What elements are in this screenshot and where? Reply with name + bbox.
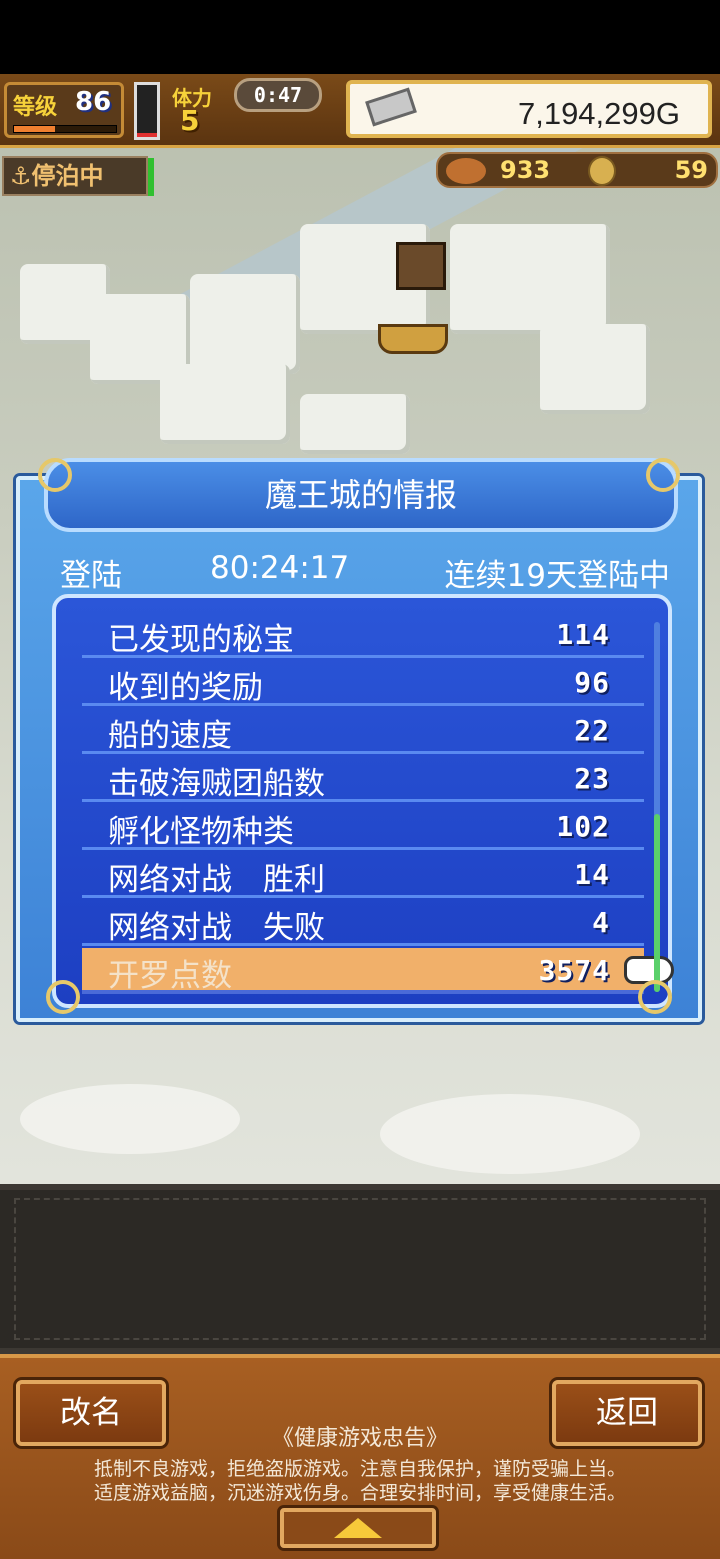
snow-tile <box>450 224 610 334</box>
ship-icon[interactable] <box>378 324 448 354</box>
row-value: 4 <box>592 906 610 939</box>
login-time: 80:24:17 <box>210 550 350 586</box>
snow-tile <box>160 364 290 444</box>
snow-tile <box>300 394 410 454</box>
cloud <box>20 1084 240 1154</box>
stats-list[interactable]: 已发现的秘宝 114 收到的奖励 96 船的速度 22 击破海贼团船数 23 孵… <box>52 594 674 1008</box>
top-hud: 等级 86 体力 5 0:47 7,194,299G <box>0 74 720 148</box>
advice-title: 《健康游戏忠告》 <box>271 1426 448 1451</box>
row-value: 23 <box>574 762 610 795</box>
row-value: 22 <box>574 714 610 747</box>
corner-ornament <box>638 980 672 1014</box>
stamina-value: 5 <box>180 104 200 137</box>
bottom-panel: 改名 返回 《健康游戏忠告》 抵制不良游戏，拒绝盗版游戏。注意自我保护，谨防受骗… <box>0 1354 720 1559</box>
scrollbar-thumb[interactable] <box>654 814 660 992</box>
gold-value: 7,194,299G <box>517 96 680 131</box>
login-label: 登陆 <box>60 558 122 594</box>
list-item[interactable]: 网络对战 失败 4 <box>82 900 644 946</box>
info-dialog: 魔王城的情报 登陆 80:24:17 连续19天登陆中 已发现的秘宝 114 收… <box>16 458 702 1022</box>
message-box <box>0 1184 720 1354</box>
corner-ornament <box>646 458 680 492</box>
level-box: 等级 86 <box>4 82 124 138</box>
level-value: 86 <box>75 87 112 117</box>
resource1-value: 933 <box>500 156 551 184</box>
row-label: 击破海贼团船数 <box>108 766 325 802</box>
gold-display[interactable]: 7,194,299G <box>346 80 712 138</box>
castle-icon[interactable] <box>396 242 446 290</box>
silver-bar-icon <box>365 87 417 127</box>
list-item[interactable]: 收到的奖励 96 <box>82 660 644 706</box>
resource2-value: 59 <box>674 156 708 184</box>
row-label: 网络对战 失败 <box>108 910 325 946</box>
list-item[interactable]: 已发现的秘宝 114 <box>82 612 644 658</box>
row-value: 114 <box>556 618 610 651</box>
status-bar-area <box>0 0 720 74</box>
row-label: 收到的奖励 <box>108 670 263 706</box>
resource-bar: 933 59 <box>436 152 718 188</box>
corner-ornament <box>38 458 72 492</box>
expand-button[interactable] <box>280 1508 436 1548</box>
coin-icon <box>588 156 616 186</box>
level-label: 等级 <box>13 95 58 120</box>
row-value: 102 <box>556 810 610 843</box>
list-item[interactable]: 船的速度 22 <box>82 708 644 754</box>
row-value: 14 <box>574 858 610 891</box>
row-value: 96 <box>574 666 610 699</box>
stamina-timer: 0:47 <box>234 78 322 112</box>
list-item[interactable]: 孵化怪物种类 102 <box>82 804 644 850</box>
docked-label: 停泊中 <box>31 162 104 190</box>
wood-log-icon <box>446 158 486 184</box>
docked-status: ⚓停泊中 <box>2 156 154 196</box>
row-label: 已发现的秘宝 <box>108 622 294 658</box>
scrollbar[interactable] <box>654 622 660 992</box>
list-item[interactable]: 击破海贼团船数 23 <box>82 756 644 802</box>
snow-tile <box>540 324 650 414</box>
row-label: 开罗点数 <box>108 958 232 994</box>
row-label: 网络对战 胜利 <box>108 862 325 898</box>
dialog-title: 魔王城的情报 <box>264 476 457 514</box>
dialog-title-bar: 魔王城的情报 <box>44 458 678 532</box>
level-progress-bar <box>13 125 117 133</box>
advice-line-2: 适度游戏益脑，沉迷游戏伤身。合理安排时间，享受健康生活。 <box>93 1482 626 1504</box>
anchor-icon: ⚓ <box>10 162 32 190</box>
up-arrow-icon <box>334 1518 382 1538</box>
advice-line-1: 抵制不良游戏，拒绝盗版游戏。注意自我保护，谨防受骗上当。 <box>93 1458 626 1480</box>
list-item-selected[interactable]: 开罗点数 3574 <box>82 948 674 994</box>
snow-tile <box>190 274 300 374</box>
row-label: 船的速度 <box>108 718 232 754</box>
row-label: 孵化怪物种类 <box>108 814 294 850</box>
login-info: 登陆 80:24:17 连续19天登陆中 <box>60 550 670 594</box>
energy-gauge <box>134 82 160 140</box>
login-streak: 连续19天登陆中 <box>444 558 670 594</box>
list-item[interactable]: 网络对战 胜利 14 <box>82 852 644 898</box>
row-value: 3574 <box>538 954 610 987</box>
cloud <box>380 1094 640 1174</box>
corner-ornament <box>46 980 80 1014</box>
